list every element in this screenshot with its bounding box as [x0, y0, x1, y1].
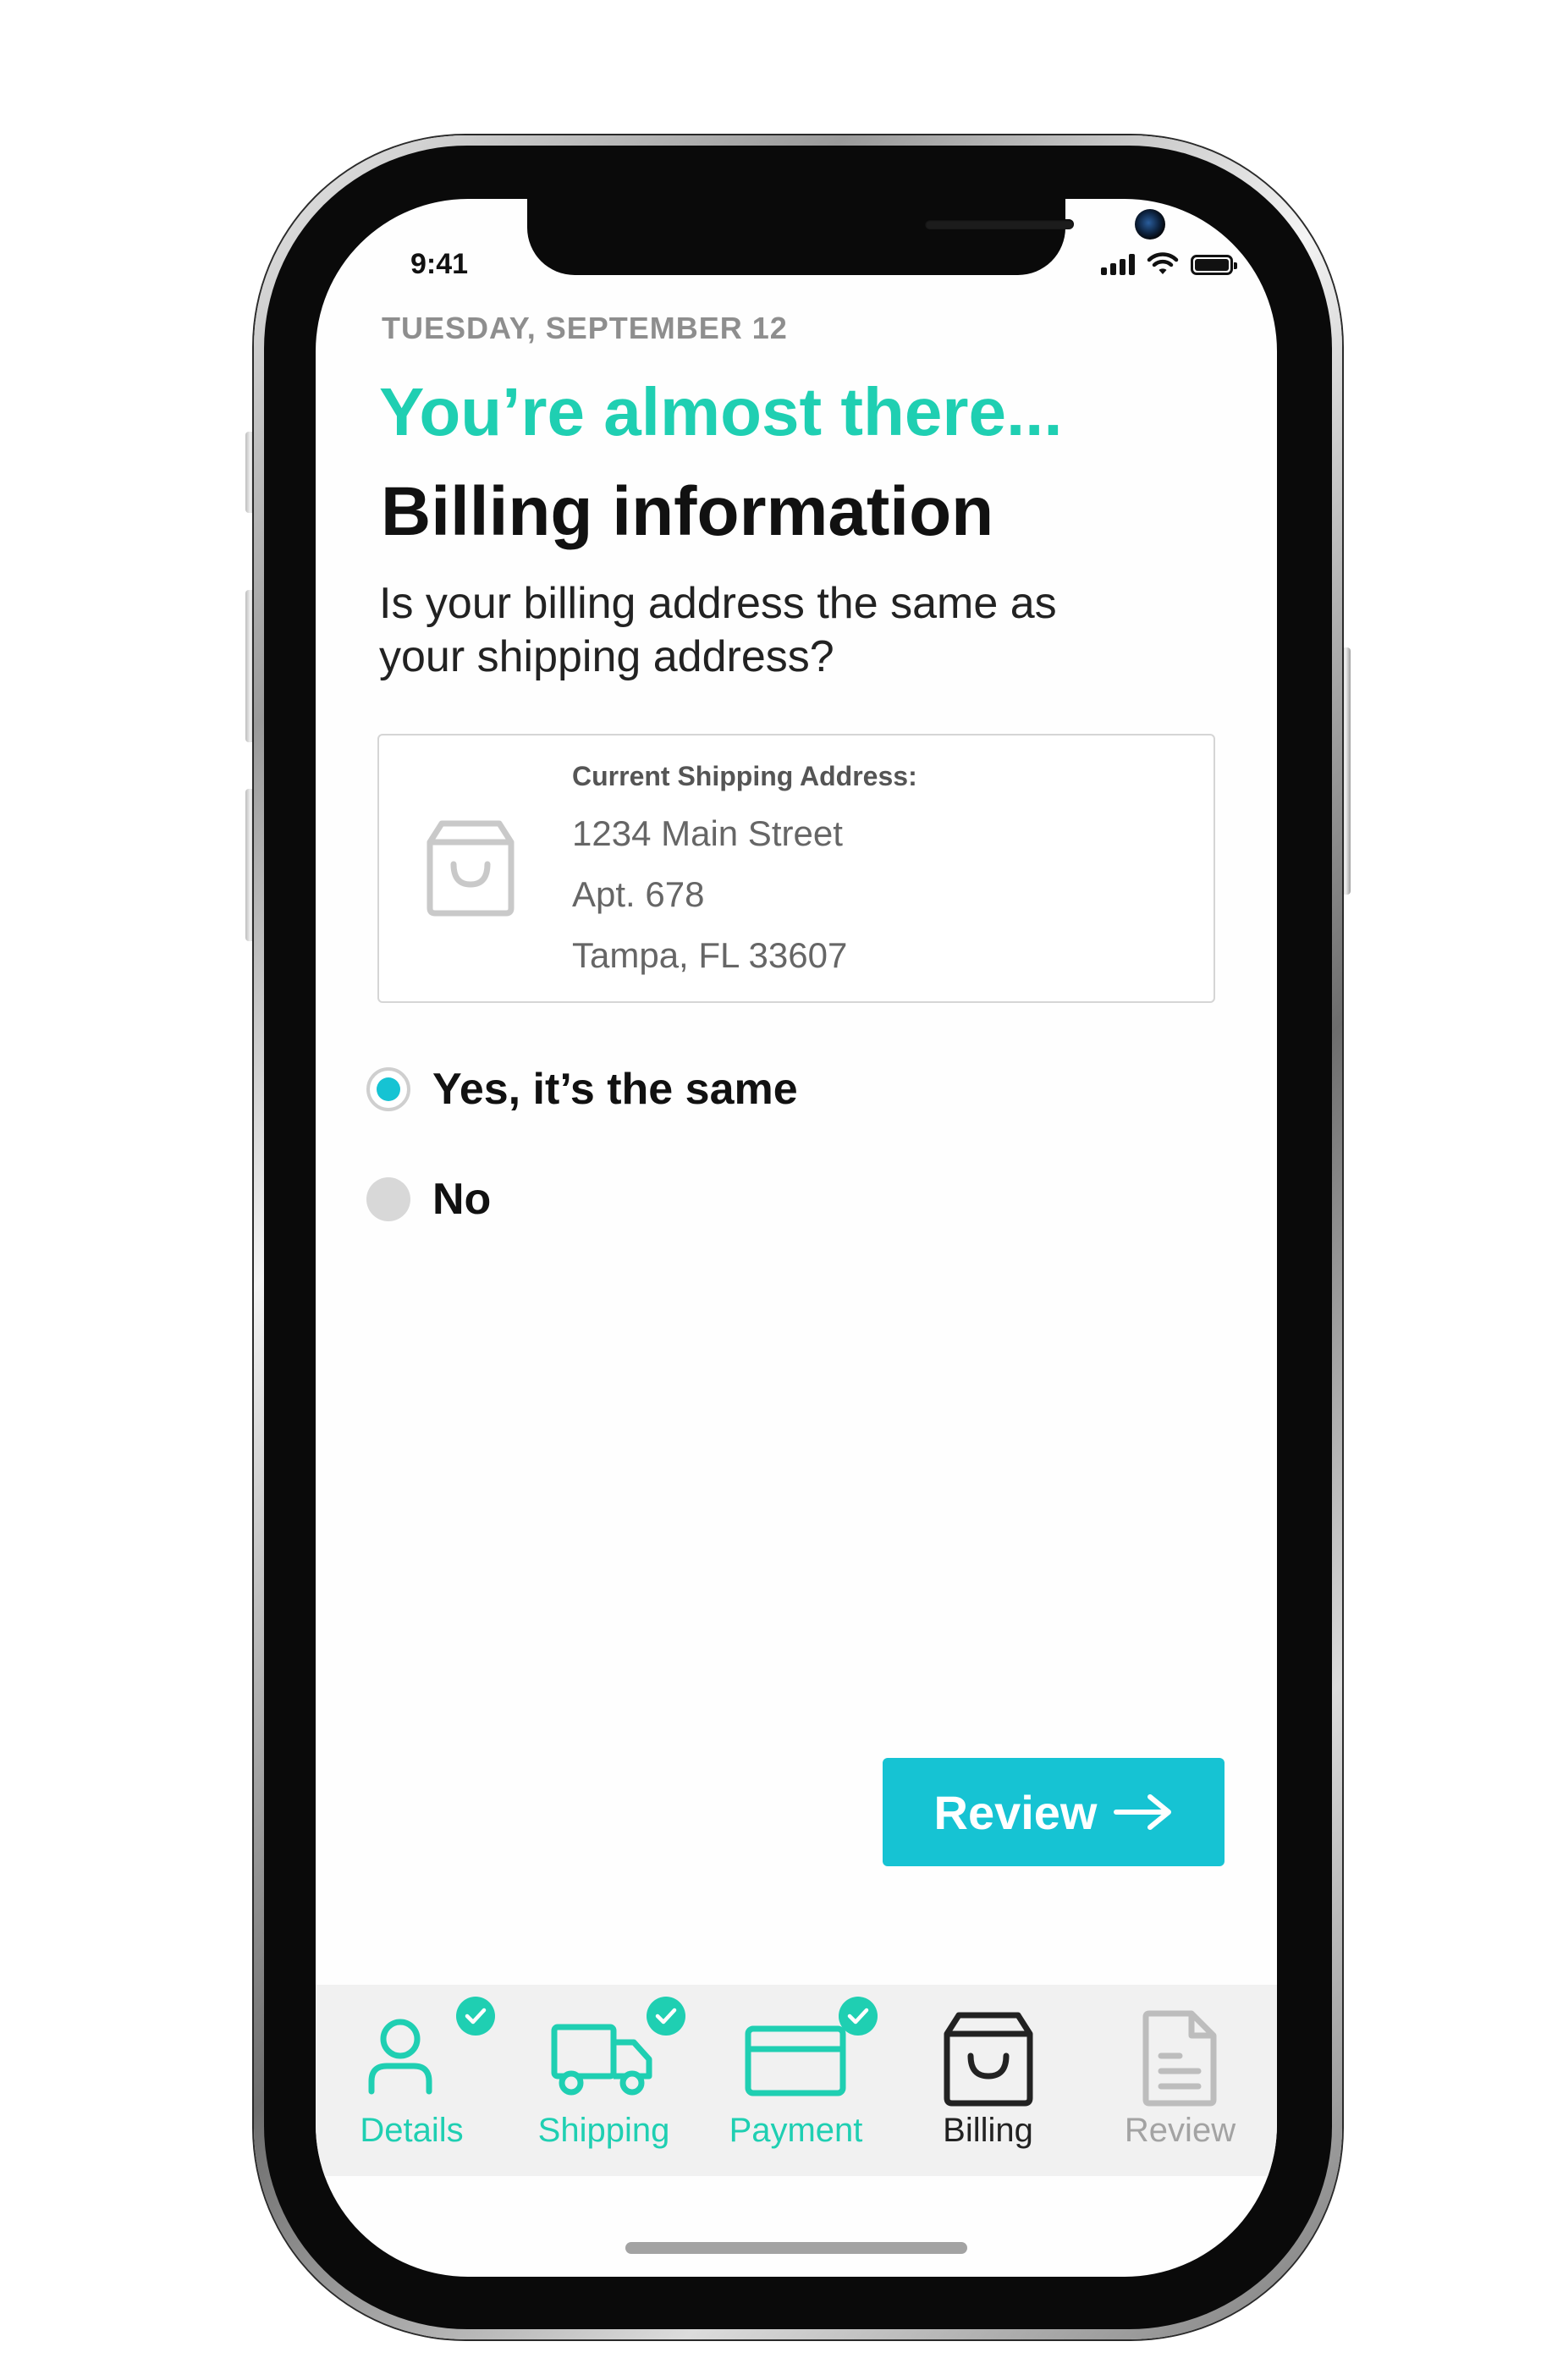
address-line-1: 1234 Main Street: [572, 813, 843, 853]
address-line-2: Apt. 678: [572, 874, 705, 914]
radio-button-selected[interactable]: [366, 1067, 410, 1111]
option-yes-label: Yes, it’s the same: [432, 1065, 798, 1114]
page-title: Billing information: [381, 473, 994, 550]
battery-icon: [1191, 255, 1237, 275]
check-icon: [839, 1997, 878, 2036]
app-screen: 9:41 TUESDAY, SEPTEMBER 12 You’re almost…: [316, 199, 1277, 2277]
home-indicator[interactable]: [625, 2242, 967, 2254]
checkout-tab-bar: Details Shipping Payment Billing Review: [316, 1985, 1277, 2176]
speaker-grille: [925, 219, 1074, 229]
option-no-label: No: [432, 1175, 492, 1224]
billing-question: Is your billing address the same as your…: [379, 579, 1057, 681]
notch: [527, 199, 1165, 275]
tab-label-details: Details: [360, 2112, 464, 2149]
shopping-bag-icon: [944, 2012, 1032, 2107]
front-camera: [1135, 209, 1165, 240]
tab-payment[interactable]: Payment: [700, 1985, 892, 2176]
phone-mockup: 9:41 TUESDAY, SEPTEMBER 12 You’re almost…: [0, 0, 1563, 2380]
shipping-address-card: Current Shipping Address: 1234 Main Stre…: [377, 734, 1215, 1003]
arrow-right-icon: [1113, 1794, 1171, 1830]
tab-label-shipping: Shipping: [537, 2112, 670, 2149]
cellular-signal-icon: [1101, 253, 1135, 275]
review-button[interactable]: Review: [883, 1758, 1225, 1866]
option-no[interactable]: No: [366, 1174, 491, 1225]
status-time: 9:41: [410, 248, 469, 280]
address-card-label: Current Shipping Address:: [572, 761, 917, 791]
truck-icon: [551, 2024, 652, 2096]
credit-card-icon: [745, 2025, 845, 2096]
date-label: TUESDAY, SEPTEMBER 12: [382, 311, 788, 345]
address-line-3: Tampa, FL 33607: [572, 935, 848, 975]
radio-button-unselected[interactable]: [366, 1177, 410, 1221]
person-icon: [368, 2019, 432, 2095]
tab-details[interactable]: Details: [316, 1985, 508, 2176]
check-icon: [456, 1997, 495, 2036]
tab-billing[interactable]: Billing: [892, 1985, 1084, 2176]
status-icons: [1101, 250, 1237, 275]
tab-label-billing: Billing: [943, 2112, 1033, 2149]
tab-shipping[interactable]: Shipping: [508, 1985, 700, 2176]
review-button-label: Review: [933, 1785, 1098, 1839]
tab-label-review: Review: [1124, 2112, 1236, 2149]
progress-message: You’re almost there...: [379, 374, 1063, 449]
tab-label-payment: Payment: [729, 2112, 863, 2149]
check-icon: [647, 1997, 685, 2036]
tab-review[interactable]: Review: [1084, 1985, 1276, 2176]
wifi-icon: [1147, 252, 1179, 274]
shopping-bag-icon: [427, 820, 515, 917]
document-icon: [1142, 2010, 1216, 2107]
option-yes-same[interactable]: Yes, it’s the same: [366, 1064, 798, 1115]
